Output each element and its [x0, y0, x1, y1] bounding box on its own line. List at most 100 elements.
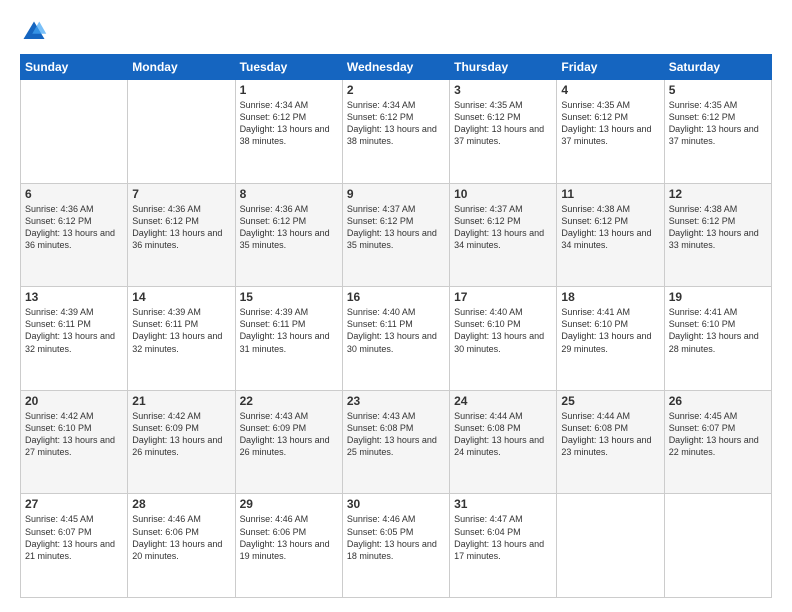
day-number: 31 — [454, 497, 552, 511]
day-info: Sunrise: 4:39 AM Sunset: 6:11 PM Dayligh… — [25, 306, 123, 355]
calendar-cell: 7 Sunrise: 4:36 AM Sunset: 6:12 PM Daylig… — [128, 183, 235, 287]
logo-icon — [20, 18, 48, 46]
day-info: Sunrise: 4:34 AM Sunset: 6:12 PM Dayligh… — [240, 99, 338, 148]
header — [20, 18, 772, 46]
day-number: 16 — [347, 290, 445, 304]
day-number: 25 — [561, 394, 659, 408]
day-number: 2 — [347, 83, 445, 97]
day-info: Sunrise: 4:45 AM Sunset: 6:07 PM Dayligh… — [25, 513, 123, 562]
calendar-cell: 9Sunrise: 4:37 AM Sunset: 6:12 PM Daylig… — [342, 183, 449, 287]
day-number: 15 — [240, 290, 338, 304]
day-info: Sunrise: 4:46 AM Sunset: 6:06 PM Dayligh… — [132, 513, 230, 562]
weekday-tuesday: Tuesday — [235, 55, 342, 80]
day-number: 10 — [454, 187, 552, 201]
calendar-cell: 3Sunrise: 4:35 AM Sunset: 6:12 PM Daylig… — [450, 80, 557, 184]
weekday-monday: Monday — [128, 55, 235, 80]
day-info: Sunrise: 4:44 AM Sunset: 6:08 PM Dayligh… — [454, 410, 552, 459]
day-number: 13 — [25, 290, 123, 304]
day-info: Sunrise: 4:35 AM Sunset: 6:12 PM Dayligh… — [669, 99, 767, 148]
calendar-cell: 23 Sunrise: 4:43 AM Sunset: 6:08 PM Dayli… — [342, 390, 449, 494]
day-number: 3 — [454, 83, 552, 97]
day-info: Sunrise: 4:39 AM Sunset: 6:11 PM Dayligh… — [240, 306, 338, 355]
day-number: 6 — [25, 187, 123, 201]
day-number: 23 — [347, 394, 445, 408]
day-number: 28 — [132, 497, 230, 511]
calendar-cell: 14Sunrise: 4:39 AM Sunset: 6:11 PM Dayli… — [128, 287, 235, 391]
weekday-friday: Friday — [557, 55, 664, 80]
day-number: 5 — [669, 83, 767, 97]
day-number: 1 — [240, 83, 338, 97]
week-row-3: 13 Sunrise: 4:39 AM Sunset: 6:11 PM Dayli… — [21, 287, 772, 391]
day-info: Sunrise: 4:46 AM Sunset: 6:05 PM Dayligh… — [347, 513, 445, 562]
calendar-cell — [557, 494, 664, 598]
day-number: 17 — [454, 290, 552, 304]
day-info: Sunrise: 4:34 AM Sunset: 6:12 PM Dayligh… — [347, 99, 445, 148]
day-info: Sunrise: 4:40 AM Sunset: 6:11 PM Dayligh… — [347, 306, 445, 355]
calendar-cell: 17 Sunrise: 4:40 AM Sunset: 6:10 PM Dayli… — [450, 287, 557, 391]
weekday-thursday: Thursday — [450, 55, 557, 80]
weekday-wednesday: Wednesday — [342, 55, 449, 80]
calendar-cell: 5 Sunrise: 4:35 AM Sunset: 6:12 PM Daylig… — [664, 80, 771, 184]
day-number: 22 — [240, 394, 338, 408]
day-number: 19 — [669, 290, 767, 304]
day-info: Sunrise: 4:39 AM Sunset: 6:11 PM Dayligh… — [132, 306, 230, 355]
calendar-cell — [664, 494, 771, 598]
weekday-saturday: Saturday — [664, 55, 771, 80]
day-number: 24 — [454, 394, 552, 408]
day-number: 21 — [132, 394, 230, 408]
day-info: Sunrise: 4:42 AM Sunset: 6:09 PM Dayligh… — [132, 410, 230, 459]
day-number: 29 — [240, 497, 338, 511]
logo — [20, 18, 52, 46]
day-info: Sunrise: 4:42 AM Sunset: 6:10 PM Dayligh… — [25, 410, 123, 459]
week-row-4: 20Sunrise: 4:42 AM Sunset: 6:10 PM Dayli… — [21, 390, 772, 494]
calendar-cell: 28 Sunrise: 4:46 AM Sunset: 6:06 PM Dayli… — [128, 494, 235, 598]
day-info: Sunrise: 4:36 AM Sunset: 6:12 PM Dayligh… — [132, 203, 230, 252]
calendar-cell: 16 Sunrise: 4:40 AM Sunset: 6:11 PM Dayli… — [342, 287, 449, 391]
calendar-cell: 6Sunrise: 4:36 AM Sunset: 6:12 PM Daylig… — [21, 183, 128, 287]
day-info: Sunrise: 4:47 AM Sunset: 6:04 PM Dayligh… — [454, 513, 552, 562]
calendar-cell: 1 Sunrise: 4:34 AM Sunset: 6:12 PM Daylig… — [235, 80, 342, 184]
calendar-cell: 26 Sunrise: 4:45 AM Sunset: 6:07 PM Dayli… — [664, 390, 771, 494]
calendar-cell: 22Sunrise: 4:43 AM Sunset: 6:09 PM Dayli… — [235, 390, 342, 494]
weekday-sunday: Sunday — [21, 55, 128, 80]
day-number: 26 — [669, 394, 767, 408]
day-info: Sunrise: 4:38 AM Sunset: 6:12 PM Dayligh… — [561, 203, 659, 252]
calendar-cell: 20Sunrise: 4:42 AM Sunset: 6:10 PM Dayli… — [21, 390, 128, 494]
calendar-cell: 18 Sunrise: 4:41 AM Sunset: 6:10 PM Dayli… — [557, 287, 664, 391]
calendar-cell: 24 Sunrise: 4:44 AM Sunset: 6:08 PM Dayli… — [450, 390, 557, 494]
day-info: Sunrise: 4:41 AM Sunset: 6:10 PM Dayligh… — [561, 306, 659, 355]
day-info: Sunrise: 4:35 AM Sunset: 6:12 PM Dayligh… — [561, 99, 659, 148]
calendar-cell: 21 Sunrise: 4:42 AM Sunset: 6:09 PM Dayli… — [128, 390, 235, 494]
day-number: 12 — [669, 187, 767, 201]
week-row-2: 6 Sunrise: 4:36 AM Sunset: 6:12 PM Daylig… — [21, 183, 772, 287]
day-number: 18 — [561, 290, 659, 304]
calendar-cell — [128, 80, 235, 184]
day-number: 8 — [240, 187, 338, 201]
calendar-cell: 11Sunrise: 4:38 AM Sunset: 6:12 PM Dayli… — [557, 183, 664, 287]
calendar-cell: 10 Sunrise: 4:37 AM Sunset: 6:12 PM Dayli… — [450, 183, 557, 287]
day-info: Sunrise: 4:37 AM Sunset: 6:12 PM Dayligh… — [454, 203, 552, 252]
calendar-cell: 4Sunrise: 4:35 AM Sunset: 6:12 PM Daylig… — [557, 80, 664, 184]
day-info: Sunrise: 4:41 AM Sunset: 6:10 PM Dayligh… — [669, 306, 767, 355]
day-info: Sunrise: 4:40 AM Sunset: 6:10 PM Dayligh… — [454, 306, 552, 355]
day-number: 9 — [347, 187, 445, 201]
calendar-cell: 19 Sunrise: 4:41 AM Sunset: 6:10 PM Dayli… — [664, 287, 771, 391]
day-info: Sunrise: 4:36 AM Sunset: 6:12 PM Dayligh… — [240, 203, 338, 252]
page: SundayMondayTuesdayWednesdayThursdayFrid… — [0, 0, 792, 612]
day-info: Sunrise: 4:45 AM Sunset: 6:07 PM Dayligh… — [669, 410, 767, 459]
calendar-cell: 29Sunrise: 4:46 AM Sunset: 6:06 PM Dayli… — [235, 494, 342, 598]
calendar-cell: 8 Sunrise: 4:36 AM Sunset: 6:12 PM Daylig… — [235, 183, 342, 287]
calendar-cell — [21, 80, 128, 184]
day-number: 30 — [347, 497, 445, 511]
calendar-cell: 2 Sunrise: 4:34 AM Sunset: 6:12 PM Daylig… — [342, 80, 449, 184]
weekday-header-row: SundayMondayTuesdayWednesdayThursdayFrid… — [21, 55, 772, 80]
day-number: 7 — [132, 187, 230, 201]
calendar-cell: 12 Sunrise: 4:38 AM Sunset: 6:12 PM Dayli… — [664, 183, 771, 287]
week-row-5: 27Sunrise: 4:45 AM Sunset: 6:07 PM Dayli… — [21, 494, 772, 598]
day-info: Sunrise: 4:38 AM Sunset: 6:12 PM Dayligh… — [669, 203, 767, 252]
calendar-table: SundayMondayTuesdayWednesdayThursdayFrid… — [20, 54, 772, 598]
day-info: Sunrise: 4:44 AM Sunset: 6:08 PM Dayligh… — [561, 410, 659, 459]
calendar-cell: 30 Sunrise: 4:46 AM Sunset: 6:05 PM Dayli… — [342, 494, 449, 598]
calendar-cell: 25 Sunrise: 4:44 AM Sunset: 6:08 PM Dayli… — [557, 390, 664, 494]
day-info: Sunrise: 4:43 AM Sunset: 6:08 PM Dayligh… — [347, 410, 445, 459]
